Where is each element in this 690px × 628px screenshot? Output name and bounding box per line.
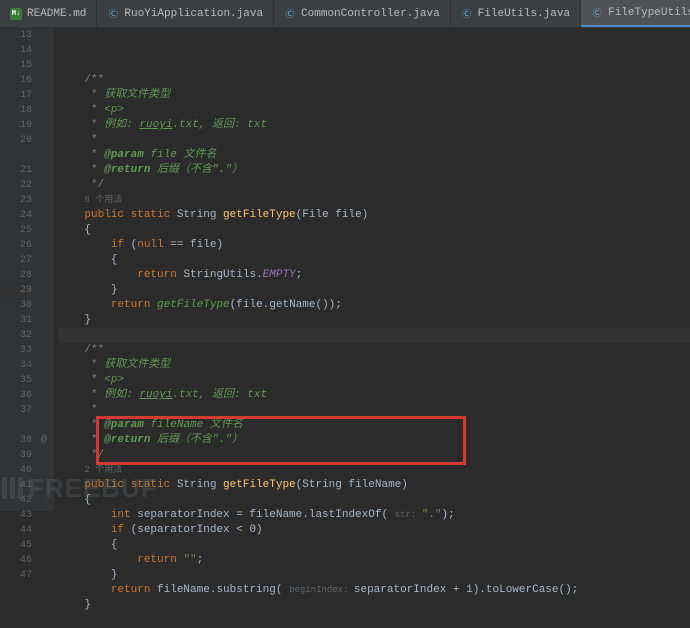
watermark-text: FREEBUF: [28, 481, 158, 496]
tab-label: CommonController.java: [301, 8, 440, 20]
code-line[interactable]: {: [58, 223, 690, 238]
java-class-icon: Ⓒ: [284, 8, 296, 20]
code-line[interactable]: }: [58, 598, 690, 613]
line-number: 33: [0, 343, 32, 358]
line-number: 27: [0, 253, 32, 268]
line-number: 45: [0, 538, 32, 553]
code-line[interactable]: */: [58, 178, 690, 193]
line-number-gutter: 1314151617181920 212223242526272829303132…: [0, 28, 40, 511]
gutter-override-icon[interactable]: @: [41, 433, 47, 448]
java-class-icon: Ⓒ: [591, 7, 603, 19]
code-line[interactable]: return "";: [58, 553, 690, 568]
line-number: 37: [0, 403, 32, 418]
line-number: 21: [0, 163, 32, 178]
code-line[interactable]: * @return 后缀（不含"."）: [58, 433, 690, 448]
tab-commoncontroller-java[interactable]: Ⓒ CommonController.java: [274, 0, 451, 27]
line-number: 34: [0, 358, 32, 373]
line-number: [0, 418, 32, 433]
line-number: 46: [0, 553, 32, 568]
code-line[interactable]: {: [58, 253, 690, 268]
line-number: 20: [0, 133, 32, 148]
line-number: 35: [0, 373, 32, 388]
code-line[interactable]: if (null == file): [58, 238, 690, 253]
line-number: 47: [0, 568, 32, 583]
line-number: 18: [0, 103, 32, 118]
code-line[interactable]: * 获取文件类型: [58, 358, 690, 373]
line-number: 15: [0, 58, 32, 73]
line-number: 23: [0, 193, 32, 208]
line-number: 32: [0, 328, 32, 343]
tab-ruoyiapplication-java[interactable]: Ⓒ RuoYiApplication.java: [97, 0, 274, 27]
line-number: 36: [0, 388, 32, 403]
code-editor[interactable]: 1314151617181920 212223242526272829303132…: [0, 28, 690, 511]
line-number: 28: [0, 268, 32, 283]
code-line[interactable]: return fileName.substring( beginIndex: s…: [58, 583, 690, 598]
markdown-icon: M↓: [10, 8, 22, 20]
gutter-marks: @: [40, 28, 54, 511]
code-line[interactable]: if (separatorIndex < 0): [58, 523, 690, 538]
line-number: 14: [0, 43, 32, 58]
line-number: 16: [0, 73, 32, 88]
code-line[interactable]: /**: [58, 343, 690, 358]
line-number: [0, 148, 32, 163]
line-number: 25: [0, 223, 32, 238]
code-line[interactable]: }: [58, 568, 690, 583]
line-number: 26: [0, 238, 32, 253]
line-number: 17: [0, 88, 32, 103]
code-line[interactable]: * @param file 文件名: [58, 148, 690, 163]
code-line[interactable]: {: [58, 538, 690, 553]
line-number: 43: [0, 508, 32, 523]
code-line[interactable]: }: [58, 313, 690, 328]
code-line[interactable]: /**: [58, 73, 690, 88]
tab-label: FileTypeUtils.java: [608, 7, 690, 19]
java-class-icon: Ⓒ: [461, 8, 473, 20]
code-line[interactable]: * <p>: [58, 103, 690, 118]
code-line[interactable]: *: [58, 403, 690, 418]
line-number: 44: [0, 523, 32, 538]
line-number: 29: [0, 283, 32, 298]
code-line[interactable]: * @param fileName 文件名: [58, 418, 690, 433]
code-line[interactable]: * <p>: [58, 373, 690, 388]
line-number: 38: [0, 433, 32, 448]
code-line[interactable]: * @return 后缀（不含"."）: [58, 163, 690, 178]
code-line[interactable]: return getFileType(file.getName());: [58, 298, 690, 313]
code-line[interactable]: */: [58, 448, 690, 463]
code-line[interactable]: * 例如: ruoyi.txt, 返回: txt: [58, 388, 690, 403]
code-line[interactable]: [58, 328, 690, 343]
tab-fileutils-java[interactable]: Ⓒ FileUtils.java: [451, 0, 581, 27]
line-number: 24: [0, 208, 32, 223]
code-line[interactable]: int separatorIndex = fileName.lastIndexO…: [58, 508, 690, 523]
tab-label: FileUtils.java: [478, 8, 570, 20]
code-line[interactable]: *: [58, 133, 690, 148]
code-area[interactable]: /** * 获取文件类型 * <p> * 例如: ruoyi.txt, 返回: …: [54, 28, 690, 511]
tab-bar: M↓ README.md Ⓒ RuoYiApplication.java Ⓒ Common…: [0, 0, 690, 28]
line-number: 19: [0, 118, 32, 133]
code-line[interactable]: [58, 613, 690, 628]
code-line[interactable]: 0 个用法: [58, 193, 690, 208]
code-line[interactable]: public static String getFileType(File fi…: [58, 208, 690, 223]
line-number: 30: [0, 298, 32, 313]
line-number: 22: [0, 178, 32, 193]
line-number: 39: [0, 448, 32, 463]
line-number: 13: [0, 28, 32, 43]
code-line[interactable]: * 例如: ruoyi.txt, 返回: txt: [58, 118, 690, 133]
tab-label: RuoYiApplication.java: [124, 8, 263, 20]
java-class-icon: Ⓒ: [107, 8, 119, 20]
code-line[interactable]: }: [58, 283, 690, 298]
line-number: 31: [0, 313, 32, 328]
watermark: FREEBUF: [2, 477, 158, 499]
tab-filetypeutils-java[interactable]: ⒸFileTypeUtils.java×: [581, 0, 690, 27]
tab-readme-md[interactable]: M↓ README.md: [0, 0, 97, 27]
code-line[interactable]: * 获取文件类型: [58, 88, 690, 103]
tab-label: README.md: [27, 8, 86, 20]
code-line[interactable]: return StringUtils.EMPTY;: [58, 268, 690, 283]
